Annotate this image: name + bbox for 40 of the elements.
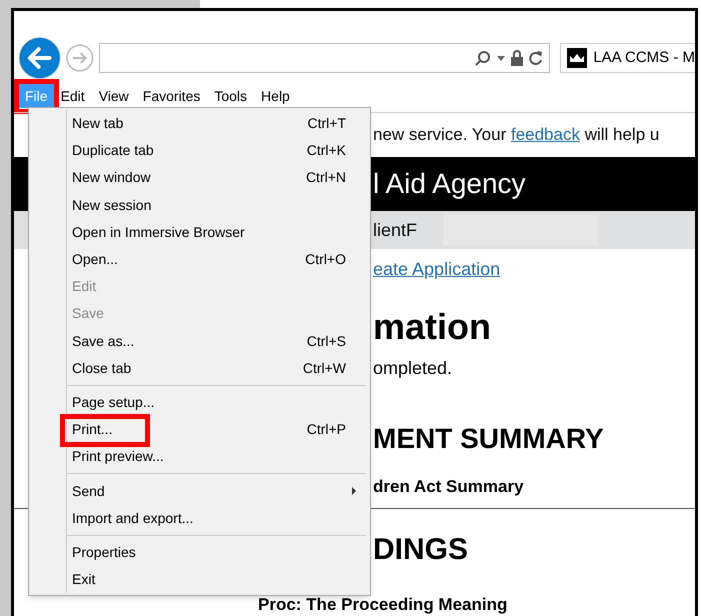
menu-item[interactable]: New session <box>29 192 370 219</box>
back-icon[interactable] <box>18 36 62 80</box>
menu-item[interactable]: Send <box>29 477 370 505</box>
menu-item[interactable]: Import and export... <box>29 504 370 532</box>
subsection-heading: dren Act Summary <box>373 476 524 498</box>
breadcrumb-link[interactable]: eate Application <box>373 259 500 279</box>
crown-icon <box>567 48 588 68</box>
menu-bar-item[interactable]: Tools <box>207 84 254 108</box>
refresh-icon[interactable] <box>529 50 544 66</box>
tab-title: LAA CCMS - M <box>593 48 695 68</box>
section-heading: DINGS <box>373 532 468 568</box>
browser-tab[interactable]: LAA CCMS - M <box>560 43 695 73</box>
caret-icon[interactable] <box>497 56 506 60</box>
menu-item[interactable]: New window Ctrl+N <box>29 164 370 192</box>
menu-item[interactable]: Open... Ctrl+O <box>29 246 370 274</box>
menu-bar-item[interactable]: View <box>92 84 136 108</box>
menu-item[interactable]: Close tab Ctrl+W <box>29 354 370 382</box>
proceeding-title: Proc: The Proceeding Meaning <box>258 594 508 616</box>
search-icon[interactable] <box>475 50 492 66</box>
menu-item[interactable]: Print preview... <box>29 443 370 470</box>
feedback-link[interactable]: feedback <box>510 125 580 144</box>
menu-item[interactable]: Print... Ctrl+P <box>29 416 370 444</box>
menu-item[interactable]: Properties <box>29 538 370 566</box>
client-name: lientF <box>373 218 418 242</box>
menu-item[interactable]: Page setup... <box>29 388 370 416</box>
menu-item[interactable]: Exit <box>29 566 370 594</box>
menu-item[interactable]: Save as... Ctrl+S <box>29 328 370 355</box>
page-heading: mation <box>373 305 492 349</box>
address-field[interactable] <box>98 43 550 73</box>
lock-icon <box>511 50 524 66</box>
menu-item[interactable]: New tab Ctrl+T <box>29 110 370 138</box>
menu-item[interactable]: Duplicate tab Ctrl+K <box>29 137 370 164</box>
feedback-banner-text: new service. Your feedback will help u <box>373 124 660 146</box>
site-title: l Aid Agency <box>373 167 526 201</box>
menu-bar-item[interactable]: Edit <box>54 84 92 108</box>
status-text: ompleted. <box>373 357 452 380</box>
section-heading: MENT SUMMARY <box>373 422 604 456</box>
menu-bar-item[interactable]: Help <box>254 84 297 108</box>
menu-bar-item[interactable]: Favorites <box>136 84 208 108</box>
menu-item[interactable]: Open in Immersive Browser <box>29 218 370 246</box>
